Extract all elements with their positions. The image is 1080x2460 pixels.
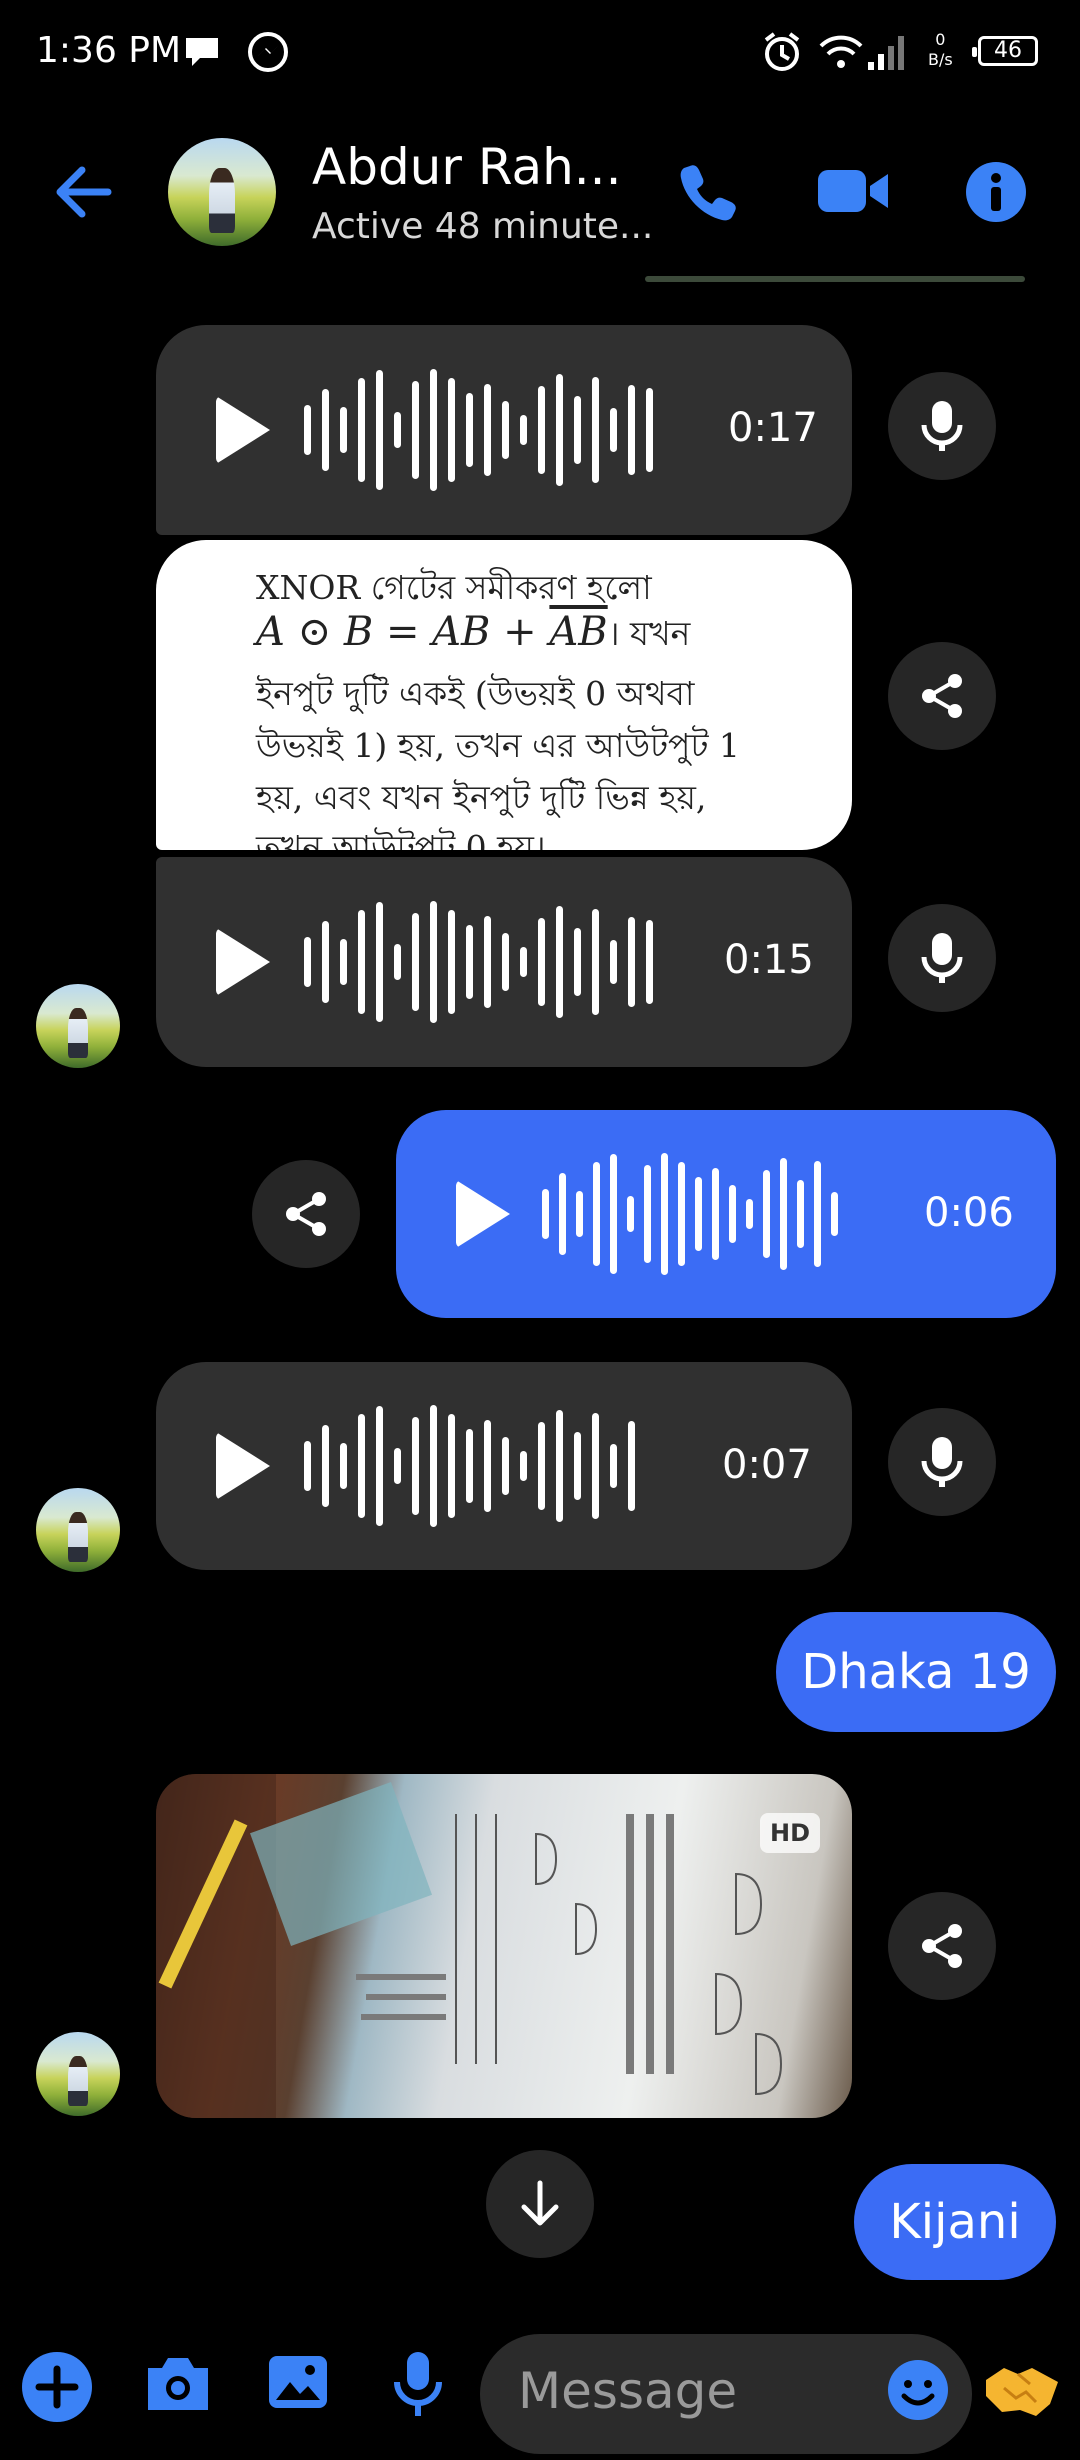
scroll-to-bottom-button[interactable]	[486, 2150, 594, 2258]
audio-message-sent[interactable]: 0:06	[396, 1110, 1056, 1318]
card-equation-line: A ⊙ B = AB + AB। যখন	[256, 608, 690, 664]
audio-duration: 0:07	[722, 1442, 812, 1488]
waveform	[304, 365, 653, 495]
share-icon	[922, 1924, 962, 1968]
info-icon[interactable]	[964, 160, 1028, 228]
card-line: ইনপুট দুটি একই (উভয়ই 0 অথবা	[256, 674, 695, 713]
audio-duration: 0:06	[924, 1190, 1014, 1236]
smiley-icon	[888, 2360, 948, 2420]
audio-message[interactable]: 0:07	[156, 1362, 852, 1570]
share-button[interactable]	[888, 1892, 996, 2000]
photo-message[interactable]	[156, 1774, 852, 2118]
waveform	[304, 1401, 635, 1531]
previous-image-edge	[645, 276, 1025, 282]
image-icon	[269, 2356, 327, 2408]
camera-icon	[148, 2358, 208, 2410]
card-line: । যখন	[607, 614, 691, 653]
quick-reaction-button[interactable]	[984, 2358, 1060, 2426]
sender-avatar[interactable]	[36, 1488, 120, 1572]
text-message-sent[interactable]: Kijani	[854, 2164, 1056, 2280]
mic-reply-button[interactable]	[888, 1408, 996, 1516]
textbook-photo	[156, 1774, 783, 2118]
share-button[interactable]	[888, 642, 996, 750]
mic-reply-button[interactable]	[888, 904, 996, 1012]
audio-message[interactable]: 0:17	[156, 325, 852, 535]
sender-avatar[interactable]	[36, 984, 120, 1068]
microphone-icon	[921, 1437, 963, 1487]
microphone-icon	[921, 401, 963, 451]
add-button[interactable]	[22, 2352, 92, 2422]
share-icon	[922, 674, 962, 718]
contact-status: Active 48 minute...	[312, 206, 654, 247]
audio-duration: 0:15	[724, 937, 814, 983]
messenger-icon	[246, 30, 290, 78]
audio-message[interactable]: 0:15	[156, 857, 852, 1067]
microphone-icon	[394, 2352, 442, 2416]
plus-icon	[35, 2365, 79, 2409]
play-icon[interactable]	[216, 1432, 270, 1500]
net-speed: 0 B/s	[928, 30, 953, 69]
equation-bar: AB	[549, 609, 608, 655]
share-icon	[286, 1192, 326, 1236]
microphone-icon	[921, 933, 963, 983]
camera-button[interactable]	[142, 2352, 214, 2420]
card-line: তখন আউটপুট 0 হয়।	[256, 828, 546, 850]
share-button[interactable]	[252, 1160, 360, 1268]
chat-bubble-icon	[180, 30, 224, 78]
alarm-icon	[760, 30, 804, 78]
signal-icon	[866, 30, 912, 78]
call-icon[interactable]	[676, 160, 740, 228]
wifi-icon	[818, 30, 864, 78]
status-time: 1:36 PM	[36, 30, 182, 71]
message-placeholder: Message	[518, 2362, 738, 2420]
voice-record-button[interactable]	[392, 2350, 444, 2422]
equation: A ⊙ B = AB +	[256, 609, 550, 655]
mic-reply-button[interactable]	[888, 372, 996, 480]
card-line: হয়, এবং যখন ইনপুট দুটি ভিন্ন হয়,	[256, 778, 707, 817]
play-icon[interactable]	[216, 928, 270, 996]
text-card-message[interactable]: XNOR গেটের সমীকরণ হলো A ⊙ B = AB + AB। য…	[156, 540, 852, 850]
audio-duration: 0:17	[728, 405, 818, 451]
play-icon[interactable]	[456, 1180, 510, 1248]
emoji-button[interactable]	[886, 2358, 950, 2426]
battery-indicator: 46	[972, 36, 1038, 66]
contact-name[interactable]: Abdur Rah...	[312, 138, 621, 196]
hd-badge: HD	[760, 1813, 820, 1853]
handshake-icon	[986, 2368, 1058, 2416]
text-message-sent[interactable]: Dhaka 19	[776, 1612, 1056, 1732]
back-arrow-icon[interactable]	[52, 164, 112, 224]
gallery-button[interactable]	[266, 2350, 330, 2418]
video-call-icon[interactable]	[816, 166, 890, 220]
card-line: উভয়ই 1) হয়, তখন এর আউটপুট 1	[256, 726, 740, 765]
waveform	[542, 1149, 838, 1279]
sender-avatar[interactable]	[36, 2032, 120, 2116]
play-icon[interactable]	[216, 396, 270, 464]
arrow-down-icon	[521, 2180, 559, 2226]
waveform	[304, 897, 653, 1027]
contact-avatar[interactable]	[168, 138, 276, 246]
